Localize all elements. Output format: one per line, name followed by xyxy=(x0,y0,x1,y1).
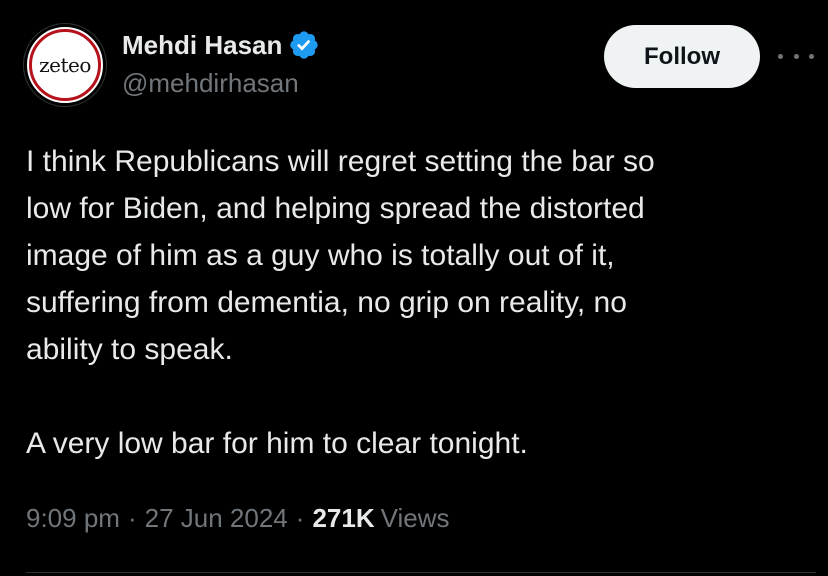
divider xyxy=(26,572,816,573)
avatar-logo-text: zeteo xyxy=(39,53,91,77)
tweet-meta: 9:09 pm · 27 Jun 2024 · 271K Views xyxy=(26,503,449,534)
tweet-text: I think Republicans will regret setting … xyxy=(26,138,806,467)
tweet-date[interactable]: 27 Jun 2024 xyxy=(145,503,288,534)
more-dot xyxy=(778,53,783,59)
tweet-paragraph: A very low bar for him to clear tonight. xyxy=(26,427,528,460)
more-dot xyxy=(793,53,799,59)
views-label: Views xyxy=(380,503,450,533)
follow-button[interactable]: Follow xyxy=(604,25,760,88)
avatar[interactable]: zeteo xyxy=(24,24,106,106)
views-count: 271K xyxy=(312,503,375,533)
author-display-name[interactable]: Mehdi Hasan xyxy=(122,30,282,61)
tweet: zeteo Mehdi Hasan @mehdirhasan Follow I … xyxy=(0,0,828,576)
more-options-icon[interactable] xyxy=(778,46,814,66)
tweet-time[interactable]: 9:09 pm xyxy=(26,503,120,534)
meta-separator: · xyxy=(127,503,137,533)
tweet-paragraph: I think Republicans will regret setting … xyxy=(26,145,655,366)
author-name-row: Mehdi Hasan xyxy=(122,28,320,62)
more-dot xyxy=(809,53,814,59)
verified-badge-icon[interactable] xyxy=(288,29,320,61)
author-handle[interactable]: @mehdirhasan xyxy=(122,68,299,99)
meta-separator: · xyxy=(295,503,305,533)
